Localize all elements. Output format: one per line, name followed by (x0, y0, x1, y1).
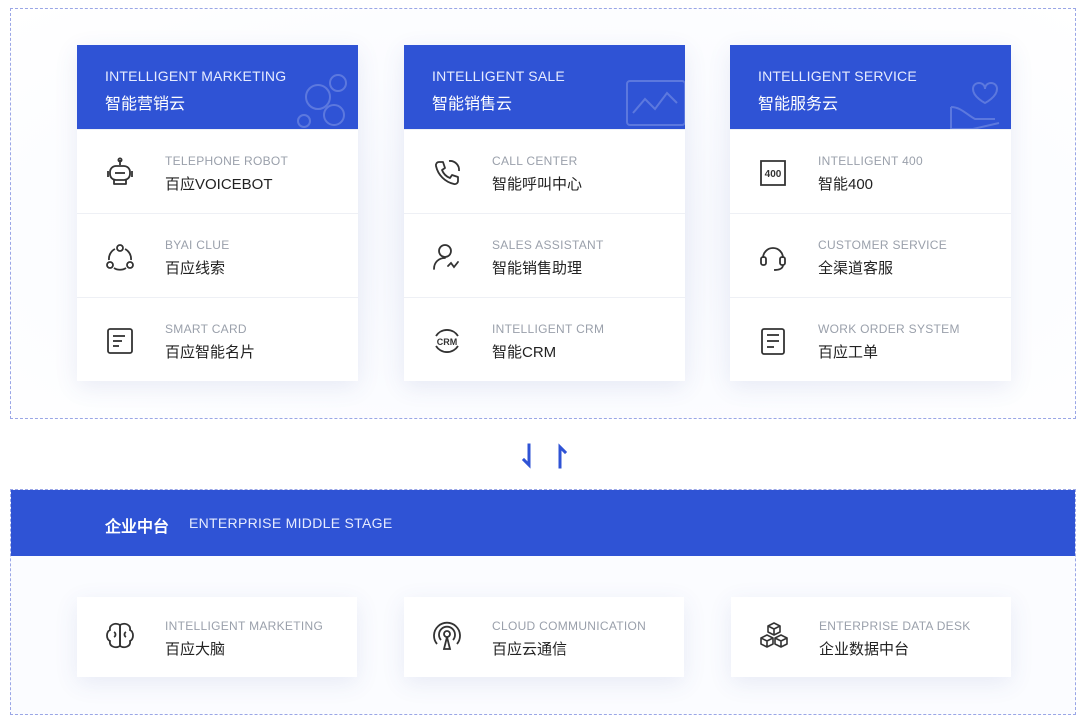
product-row[interactable]: CUSTOMER SERVICE 全渠道客服 (730, 213, 1011, 297)
column-intelligent-service: INTELLIGENT SERVICE 智能服务云 400 INTELLIGEN… (730, 45, 1011, 381)
product-name-en: CLOUD COMMUNICATION (492, 619, 647, 633)
column-title-cn: 智能营销云 (105, 96, 186, 113)
headset-icon (760, 247, 786, 271)
assistant-icon (433, 244, 459, 270)
product-name-en: WORK ORDER SYSTEM (818, 322, 960, 336)
column-intelligent-marketing: INTELLIGENT MARKETING 智能营销云 TELEPHONE RO… (77, 45, 358, 381)
product-name-cn: 百应工单 (818, 344, 879, 361)
middle-stage-title-cn: 企业中台 (105, 519, 170, 536)
middle-stage-item[interactable]: INTELLIGENT MARKETING 百应大脑 (77, 597, 357, 677)
chart-decoration-icon (626, 80, 685, 126)
product-name-en: ENTERPRISE DATA DESK (819, 619, 971, 633)
product-row[interactable]: SALES ASSISTANT 智能销售助理 (404, 213, 685, 297)
product-name-cn: 百应线索 (165, 260, 226, 277)
product-name-en: TELEPHONE ROBOT (165, 154, 289, 168)
svg-text:400: 400 (765, 169, 782, 180)
crm-icon: CRM (435, 329, 459, 353)
clue-icon (106, 244, 134, 271)
column-title-cn: 智能销售云 (432, 96, 513, 113)
svg-text:CRM: CRM (437, 337, 458, 347)
product-name-en: SALES ASSISTANT (492, 238, 604, 252)
product-name-cn: 智能400 (818, 176, 874, 193)
middle-stage-item[interactable]: ENTERPRISE DATA DESK 企业数据中台 (731, 597, 1011, 677)
product-name-cn: 全渠道客服 (818, 260, 894, 277)
product-name-en: CALL CENTER (492, 154, 578, 168)
up-down-arrows-icon (521, 443, 568, 469)
product-row[interactable]: CRM INTELLIGENT CRM 智能CRM (404, 297, 685, 381)
middle-stage-item[interactable]: CLOUD COMMUNICATION 百应云通信 (404, 597, 684, 677)
product-row[interactable]: WORK ORDER SYSTEM 百应工单 (730, 297, 1011, 381)
product-name-cn: 百应大脑 (165, 641, 226, 658)
brain-icon (106, 622, 134, 649)
product-name-en: INTELLIGENT 400 (818, 154, 923, 168)
middle-stage-title-en: ENTERPRISE MIDDLE STAGE (189, 515, 393, 531)
column-title-en: INTELLIGENT SERVICE (758, 68, 917, 84)
column-title-en: INTELLIGENT SALE (432, 68, 565, 84)
product-name-cn: 智能销售助理 (492, 260, 583, 277)
product-name-en: INTELLIGENT MARKETING (165, 619, 324, 633)
phone-icon (435, 160, 460, 185)
column-title-en: INTELLIGENT MARKETING (105, 68, 287, 84)
work-order-icon (761, 328, 785, 355)
product-row[interactable]: CALL CENTER 智能呼叫中心 (404, 129, 685, 213)
robot-icon (107, 157, 133, 185)
column-header: INTELLIGENT MARKETING 智能营销云 (77, 45, 358, 129)
column-intelligent-sale: INTELLIGENT SALE 智能销售云 CALL CENTER 智能呼叫中… (404, 45, 685, 381)
product-row[interactable]: TELEPHONE ROBOT 百应VOICEBOT (77, 129, 358, 213)
cubes-icon (760, 622, 788, 648)
product-name-cn: 智能CRM (492, 344, 557, 361)
product-name-en: SMART CARD (165, 322, 247, 336)
molecule-decoration-icon (297, 74, 347, 128)
column-title-cn: 智能服务云 (758, 96, 839, 113)
product-name-cn: 百应智能名片 (165, 344, 256, 361)
column-header: INTELLIGENT SALE 智能销售云 (404, 45, 685, 129)
400-icon: 400 (760, 160, 786, 186)
product-row[interactable]: BYAI CLUE 百应线索 (77, 213, 358, 297)
hand-heart-decoration-icon (950, 82, 1000, 129)
enterprise-middle-stage-section: 企业中台 ENTERPRISE MIDDLE STAGE INTELLIGENT… (10, 489, 1076, 715)
product-name-cn: 企业数据中台 (819, 641, 910, 658)
product-name-cn: 智能呼叫中心 (492, 176, 583, 193)
signal-icon (433, 621, 461, 650)
middle-stage-header: 企业中台 ENTERPRISE MIDDLE STAGE (11, 490, 1075, 556)
card-icon (107, 328, 133, 354)
column-header: INTELLIGENT SERVICE 智能服务云 (730, 45, 1011, 129)
product-name-en: CUSTOMER SERVICE (818, 238, 948, 252)
product-name-cn: 百应VOICEBOT (165, 176, 273, 193)
product-name-cn: 百应云通信 (492, 641, 568, 658)
product-row[interactable]: 400 INTELLIGENT 400 智能400 (730, 129, 1011, 213)
product-name-en: INTELLIGENT CRM (492, 322, 605, 336)
product-name-en: BYAI CLUE (165, 238, 230, 252)
product-row[interactable]: SMART CARD 百应智能名片 (77, 297, 358, 381)
